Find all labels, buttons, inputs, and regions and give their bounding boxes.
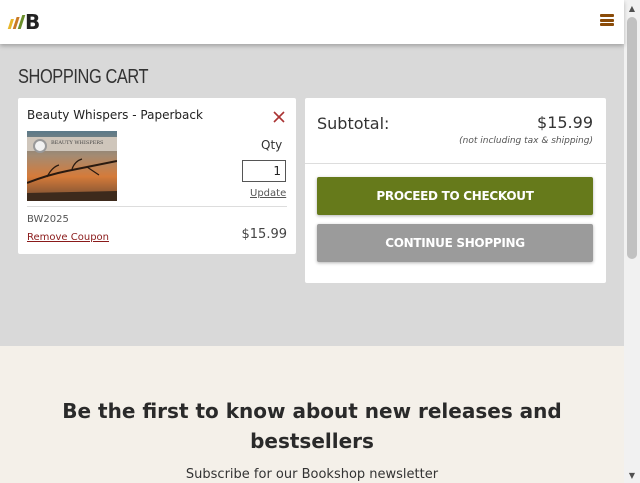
item-divider	[27, 206, 287, 207]
newsletter-section: Be the first to know about new releases …	[0, 346, 624, 483]
remove-coupon-link[interactable]: Remove Coupon	[27, 232, 109, 243]
coupon-code: BW2025	[27, 214, 69, 225]
bookshop-logo[interactable]: B	[7, 10, 41, 34]
item-title[interactable]: Beauty Whispers - Paperback	[27, 108, 203, 122]
top-navigation-bar: B	[0, 0, 624, 44]
scrollbar-thumb[interactable]	[627, 17, 637, 259]
order-summary-card: Subtotal: $15.99 (not including tax & sh…	[305, 98, 606, 283]
hamburger-menu-icon[interactable]	[600, 14, 614, 26]
book-cover-image[interactable]: BEAUTY WHISPERS	[27, 131, 117, 201]
qty-label: Qty	[261, 138, 283, 152]
proceed-to-checkout-button[interactable]: PROCEED TO CHECKOUT	[317, 177, 593, 215]
quantity-input[interactable]	[242, 160, 286, 182]
newsletter-title: Be the first to know about new releases …	[62, 399, 562, 453]
scroll-down-arrow-icon[interactable]: ▼	[624, 467, 640, 483]
remove-item-icon[interactable]	[272, 110, 286, 124]
logo-stripes-icon	[7, 15, 26, 29]
update-quantity-link[interactable]: Update	[250, 188, 286, 199]
subtotal-label: Subtotal:	[317, 114, 390, 133]
cart-item-card: Beauty Whispers - Paperback BEAUTY WHISP…	[18, 98, 296, 254]
scroll-up-arrow-icon[interactable]: ▲	[624, 0, 640, 16]
summary-divider	[305, 163, 606, 164]
item-price: $15.99	[241, 227, 288, 242]
subtotal-value: $15.99	[537, 113, 593, 132]
page-title: SHOPPING CART	[18, 66, 149, 88]
newsletter-subtitle: Subscribe for our Bookshop newsletter	[185, 467, 439, 482]
tax-note: (not including tax & shipping)	[459, 136, 593, 146]
cart-section: SHOPPING CART Beauty Whispers - Paperbac…	[0, 44, 624, 346]
logo-letter: B	[25, 10, 41, 34]
vertical-scrollbar[interactable]: ▲ ▼	[624, 0, 640, 483]
continue-shopping-button[interactable]: CONTINUE SHOPPING	[317, 224, 593, 262]
